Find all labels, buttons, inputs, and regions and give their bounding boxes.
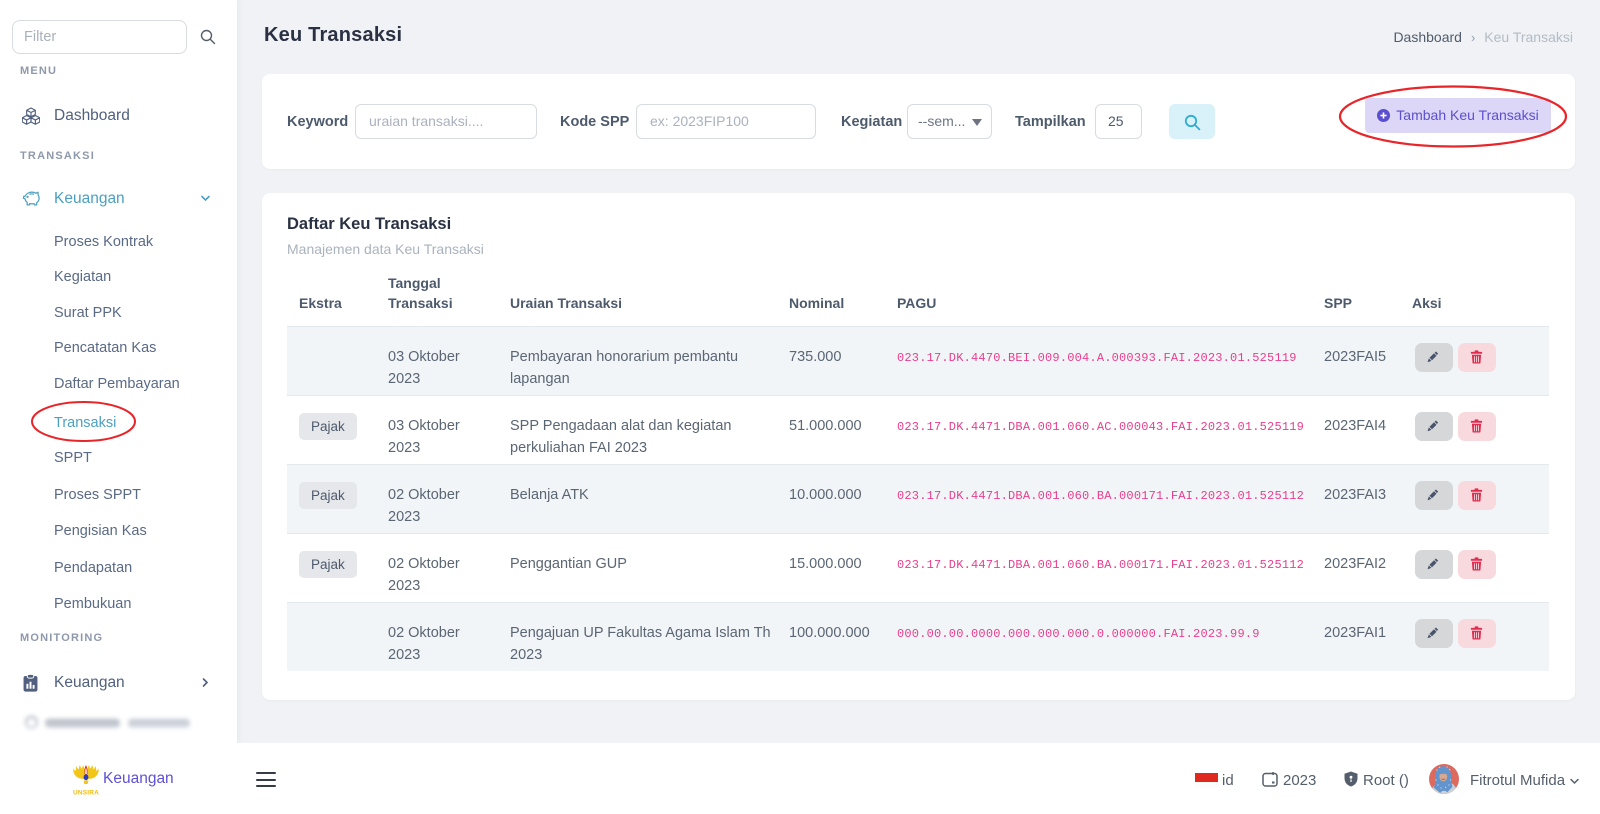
svg-text:UNSIRA: UNSIRA: [73, 790, 99, 797]
